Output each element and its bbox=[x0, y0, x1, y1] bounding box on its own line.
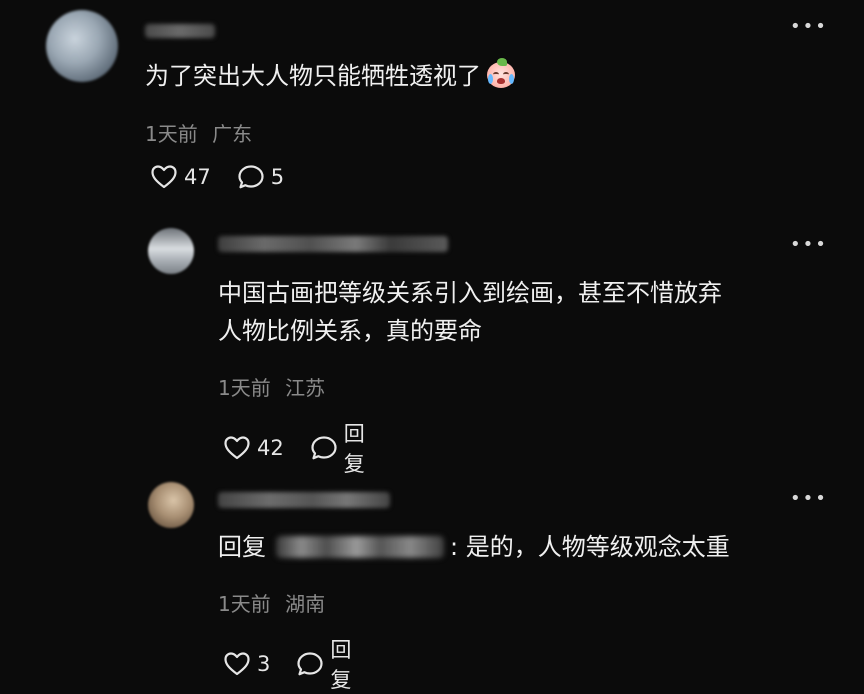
reply-label: 回复 bbox=[330, 638, 352, 692]
reply-text-content: : 是的，人物等级观念太重 bbox=[450, 533, 730, 561]
reply-prefix: 回复 bbox=[218, 533, 266, 561]
reply-actions: 3 回复 bbox=[223, 634, 351, 694]
reply-count: 5 bbox=[270, 165, 285, 189]
avatar[interactable] bbox=[46, 10, 118, 82]
like-count: 47 bbox=[184, 165, 211, 189]
comment-text: 为了突出大人物只能牺牲透视了 bbox=[145, 58, 517, 93]
reply-text: 回复 : 是的，人物等级观念太重 bbox=[218, 530, 730, 564]
like-count: 3 bbox=[257, 652, 271, 676]
comment-bubble-icon bbox=[310, 435, 338, 461]
reply-location: 江苏 bbox=[285, 376, 326, 400]
reply-count-button[interactable]: 5 bbox=[237, 164, 284, 190]
reply-text-line2: 人物比例关系，真的要命 bbox=[218, 317, 482, 345]
avatar[interactable] bbox=[148, 228, 194, 274]
crying-face-icon bbox=[485, 58, 517, 90]
reply-location: 湖南 bbox=[285, 592, 326, 616]
username-blurred[interactable] bbox=[218, 236, 448, 252]
heart-icon bbox=[223, 651, 251, 677]
like-button[interactable]: 3 bbox=[223, 651, 270, 677]
reply-meta: 1天前 江苏 bbox=[218, 372, 325, 401]
like-button[interactable]: 47 bbox=[150, 164, 211, 190]
mentioned-username-blurred[interactable] bbox=[276, 536, 444, 558]
more-options-icon[interactable]: ••• bbox=[790, 18, 828, 36]
comment-bubble-icon bbox=[296, 651, 324, 677]
reply-button[interactable]: 回复 bbox=[310, 418, 365, 478]
like-button[interactable]: 42 bbox=[223, 435, 284, 461]
reply-label: 回复 bbox=[343, 422, 365, 476]
like-count: 42 bbox=[257, 436, 284, 460]
more-options-icon[interactable]: ••• bbox=[790, 236, 828, 254]
comment-meta: 1天前 广东 bbox=[145, 118, 252, 147]
username-blurred[interactable] bbox=[218, 492, 390, 508]
reply-actions: 42 回复 bbox=[223, 418, 365, 478]
reply-time: 1天前 bbox=[218, 376, 271, 400]
comment-text-content: 为了突出大人物只能牺牲透视了 bbox=[145, 62, 481, 90]
more-options-icon[interactable]: ••• bbox=[790, 490, 828, 508]
reply-button[interactable]: 回复 bbox=[296, 634, 351, 694]
heart-icon bbox=[223, 435, 251, 461]
comment-location: 广东 bbox=[212, 122, 253, 146]
comment-actions: 47 5 bbox=[150, 164, 284, 190]
comment-bubble-icon bbox=[237, 164, 265, 190]
username-blurred[interactable] bbox=[145, 24, 215, 38]
heart-icon bbox=[150, 164, 178, 190]
comment-time: 1天前 bbox=[145, 122, 198, 146]
reply-text-line1: 中国古画把等级关系引入到绘画，甚至不惜放弃 bbox=[218, 279, 722, 307]
reply-time: 1天前 bbox=[218, 592, 271, 616]
avatar[interactable] bbox=[148, 482, 194, 528]
reply-meta: 1天前 湖南 bbox=[218, 588, 325, 617]
